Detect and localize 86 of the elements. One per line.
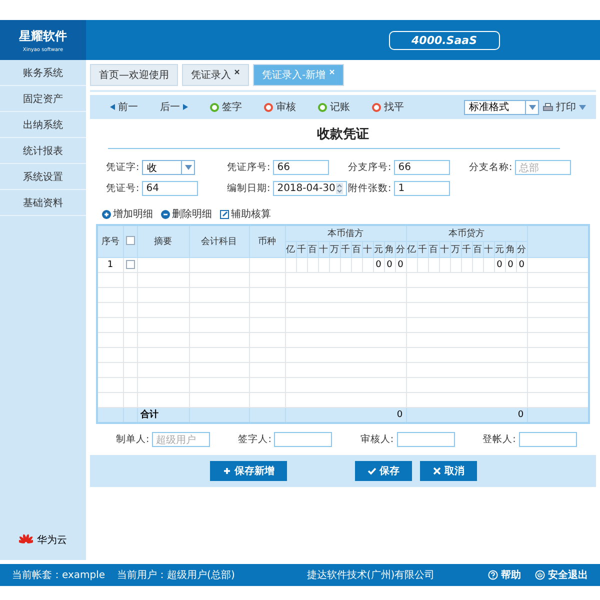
total-cell: 0: [406, 407, 528, 423]
field-label: 编制日期:: [227, 182, 270, 195]
status-link[interactable]: 帮助: [488, 568, 521, 582]
field-label: 凭证号:: [106, 182, 140, 195]
toolbar-button[interactable]: 签字: [210, 100, 242, 114]
account-label: 当前帐套：example: [12, 568, 106, 582]
field-label: 凭证序号:: [227, 161, 270, 174]
field-label: 分支序号:: [348, 161, 392, 174]
digit-cell: 0: [516, 257, 528, 272]
field-label: 分支名称:: [469, 161, 512, 174]
company-label: 捷达软件技术(广州)有限公司: [306, 568, 435, 582]
sidebar-item[interactable]: 账务系统: [0, 60, 86, 86]
tab[interactable]: 凭证录入: [182, 64, 249, 86]
digit-cell: 0: [373, 257, 384, 272]
column-header: 序号: [97, 225, 123, 257]
toolbar-button[interactable]: 审核: [264, 100, 296, 114]
previous-button[interactable]: 前一: [110, 100, 138, 114]
column-header: 会计科目: [189, 225, 249, 257]
detail-button[interactable]: 辅助核算: [220, 207, 271, 221]
field-label: 凭证字:: [106, 161, 140, 174]
help-icon: [488, 570, 498, 580]
row-number: 1: [97, 257, 123, 272]
field-label: 登帐人:: [482, 433, 516, 446]
tab[interactable]: 首页—欢迎使用: [90, 64, 178, 86]
minus-icon: [161, 210, 170, 218]
checkbox[interactable]: [126, 260, 134, 269]
close-icon: [432, 466, 442, 476]
total-cell: 0: [285, 407, 406, 423]
caret-icon: [528, 104, 536, 110]
field-label: 附件张数:: [348, 182, 392, 195]
power-icon: [535, 570, 545, 580]
checkbox[interactable]: [126, 236, 134, 246]
date-field[interactable]: 2018-04-30: [273, 181, 348, 196]
flower-logo-icon: [19, 534, 33, 546]
detail-button[interactable]: 删除明细: [161, 207, 212, 221]
digit-cell: 0: [384, 257, 395, 272]
input-field[interactable]: 64: [142, 181, 198, 196]
column-header: 摘要: [137, 225, 189, 257]
field-label: 制单人:: [116, 433, 150, 446]
total-label: 合计: [137, 407, 189, 423]
detail-button[interactable]: 增加明细: [102, 207, 153, 221]
user-label: 当前用户：超级用户(总部): [117, 568, 235, 582]
input-field[interactable]: 1: [394, 181, 450, 196]
sidebar-item[interactable]: 固定资产: [0, 86, 86, 112]
plus-icon: [102, 210, 111, 218]
column-header: 本币借方: [285, 225, 406, 241]
left-arrow-icon: [110, 104, 115, 110]
action-button[interactable]: 保存: [354, 461, 412, 481]
status-link[interactable]: 安全退出: [535, 568, 588, 582]
toolbar-button[interactable]: 记账: [318, 100, 350, 114]
sidebar-item[interactable]: 系统设置: [0, 164, 86, 190]
edit-icon: [220, 210, 229, 218]
input-field[interactable]: [518, 432, 577, 447]
caret-icon: [184, 165, 192, 170]
input-field[interactable]: 66: [273, 160, 330, 175]
sidebar-item[interactable]: 出纳系统: [0, 112, 86, 138]
toolbar-button[interactable]: 找平: [372, 100, 404, 114]
printer-icon: [543, 102, 553, 112]
logo-title: 星耀软件: [19, 28, 67, 44]
close-icon[interactable]: [234, 69, 240, 75]
column-header: 币种: [249, 225, 285, 257]
column-header: 本币贷方: [406, 225, 528, 241]
plus-icon: [222, 466, 232, 476]
digit-cell: 0: [494, 257, 506, 272]
sidebar-item[interactable]: 统计报表: [0, 138, 86, 164]
format-select[interactable]: 标准格式: [464, 100, 539, 114]
print-button[interactable]: 打印: [543, 100, 586, 114]
product-badge: 4000.SaaS: [388, 30, 500, 50]
input-field[interactable]: [274, 432, 332, 447]
caret-icon: [579, 104, 586, 110]
voucher-type-select[interactable]: 收: [142, 160, 196, 175]
cloud-brand-label: 华为云: [37, 534, 67, 547]
right-arrow-icon: [183, 104, 188, 110]
next-button[interactable]: 后一: [160, 100, 188, 114]
digit-cell: 0: [505, 257, 516, 272]
sidebar-item[interactable]: 基础资料: [0, 190, 86, 216]
action-button[interactable]: 取消: [420, 461, 476, 481]
field-label: 签字人:: [238, 433, 272, 446]
input-field[interactable]: [396, 432, 455, 447]
action-button[interactable]: 保存新增: [210, 461, 286, 481]
input-field[interactable]: 66: [394, 160, 450, 175]
field-label: 审核人:: [360, 433, 394, 446]
check-icon: [366, 466, 376, 476]
spinner-icon: [336, 183, 344, 194]
digit-cell: 0: [395, 257, 406, 272]
voucher-title: 收款凭证: [316, 126, 370, 144]
